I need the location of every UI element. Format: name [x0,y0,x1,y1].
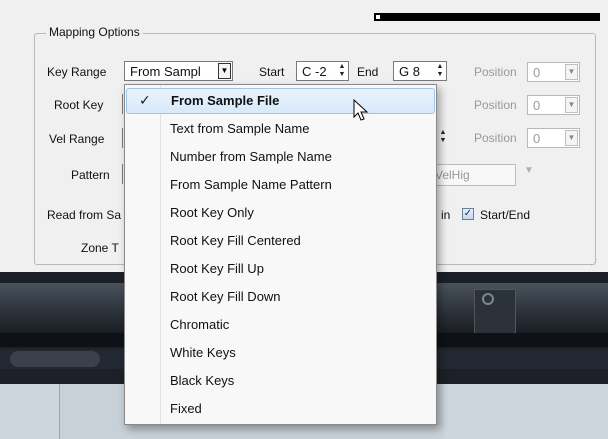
dropdown-item-white-keys[interactable]: White Keys [126,340,435,366]
dropdown-item-root-key-only[interactable]: Root Key Only [126,200,435,226]
grid-cell [562,384,608,439]
dropdown-item-black-keys[interactable]: Black Keys [126,368,435,394]
position-value-3: 0 [533,131,541,146]
dropdown-item-text-from-sample-name[interactable]: Text from Sample Name [126,116,435,142]
spin-updown-icon[interactable]: ▲ ▼ [438,129,448,145]
chevron-down-icon[interactable]: ▼ [565,64,578,80]
dropdown-item-label: Chromatic [170,317,230,332]
pattern-label: Pattern [71,168,110,182]
resize-grip-icon[interactable]: ⋰ [590,258,598,267]
position-label-2: Position [474,98,517,112]
dropdown-item-label: From Sample Name Pattern [170,177,332,192]
dropdown-item-label: Fixed [170,401,202,416]
dropdown-item-root-key-fill-up[interactable]: Root Key Fill Up [126,256,435,282]
grid-cell [0,384,60,439]
dropdown-item-label: Number from Sample Name [170,149,332,164]
dropdown-item-label: White Keys [170,345,236,360]
chevron-down-icon[interactable]: ▼ [524,165,534,176]
start-end-checkbox[interactable]: ✓ [462,208,474,220]
knob-icon[interactable] [482,293,494,305]
chevron-down-icon[interactable]: ▼ [565,130,578,146]
dropdown-item-from-sample-name-pattern[interactable]: From Sample Name Pattern [126,172,435,198]
dropdown-item-root-key-fill-centered[interactable]: Root Key Fill Centered [126,228,435,254]
grid-cell [444,384,504,439]
mouse-pointer-icon [353,99,369,121]
spin-updown-icon[interactable]: ▲ ▼ [435,63,445,79]
dropdown-item-label: Black Keys [170,373,235,388]
grid-cell [503,384,563,439]
dropdown-item-label: Root Key Fill Up [170,261,264,276]
start-value: C -2 [302,64,327,79]
start-label: Start [259,65,285,79]
vel-range-label: Vel Range [49,132,105,146]
end-value: G 8 [399,64,420,79]
dropdown-item-label: Root Key Only [170,205,254,220]
dropdown-item-label: Root Key Fill Centered [170,233,301,248]
dropdown-item-chromatic[interactable]: Chromatic [126,312,435,338]
position-combo-1[interactable]: 0 ▼ [527,62,580,82]
dropdown-item-root-key-fill-down[interactable]: Root Key Fill Down [126,284,435,310]
dropdown-item-label: Root Key Fill Down [170,289,281,304]
end-spinbox[interactable]: G 8 ▲ ▼ [393,61,447,81]
key-range-label: Key Range [47,65,107,79]
key-range-combo[interactable]: From Sampl ▼ [124,61,233,81]
dropdown-item-label: From Sample File [171,93,280,108]
position-label-3: Position [474,131,517,145]
checkmark-icon: ✓ [139,92,151,108]
read-from-label: Read from Sa [47,208,122,222]
progress-fill [376,15,380,19]
end-label: End [357,65,379,79]
chevron-down-icon[interactable]: ▼ [565,97,578,113]
start-spinbox[interactable]: C -2 ▲ ▼ [296,61,349,81]
start-end-label: Start/End [480,208,531,222]
zone-label: Zone T [81,241,119,255]
dropdown-item-from-sample-file[interactable]: ✓ From Sample File [126,88,435,114]
scroll-thumb[interactable] [10,351,100,367]
dropdown-item-label: Text from Sample Name [170,121,310,136]
root-key-label: Root Key [54,98,104,112]
key-range-value: From Sampl [130,64,201,79]
position-value-1: 0 [533,65,541,80]
progress-bar [374,13,600,21]
position-combo-3[interactable]: 0 ▼ [527,128,580,148]
dropdown-item-fixed[interactable]: Fixed [126,396,435,422]
chevron-down-icon[interactable]: ▼ [218,63,231,79]
group-title: Mapping Options [46,25,143,39]
position-label-1: Position [474,65,517,79]
spin-updown-icon[interactable]: ▲ ▼ [337,63,347,79]
position-value-2: 0 [533,98,541,113]
domain-label-partial: in [441,208,451,222]
dropdown-item-number-from-sample-name[interactable]: Number from Sample Name [126,144,435,170]
position-combo-2[interactable]: 0 ▼ [527,95,580,115]
